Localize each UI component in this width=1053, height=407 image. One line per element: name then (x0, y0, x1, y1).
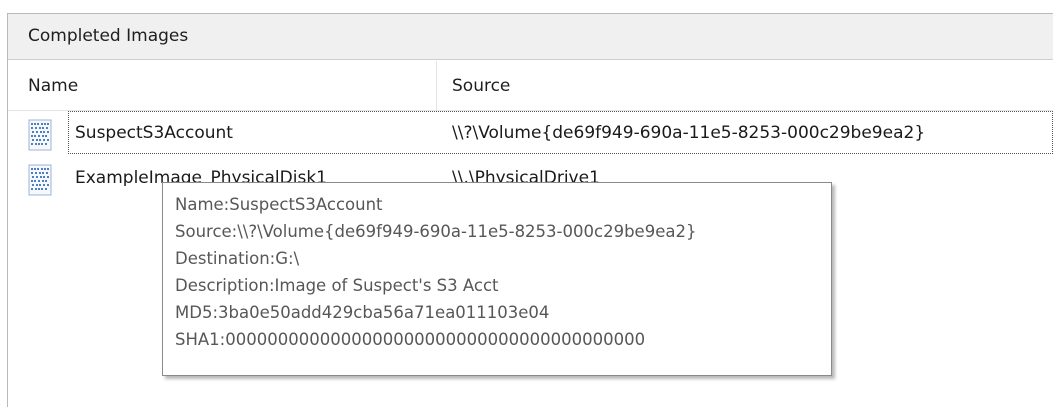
column-header-row: Name Source (8, 61, 1053, 111)
column-divider[interactable] (436, 61, 437, 110)
row-name: SuspectS3Account (75, 123, 233, 143)
panel-header: Completed Images (8, 14, 1053, 60)
tooltip-source: Source:\\?\Volume{de69f949-690a-11e5-825… (175, 222, 697, 241)
column-header-name[interactable]: Name (28, 75, 78, 97)
image-details-tooltip: Name:SuspectS3Account Source:\\?\Volume{… (162, 182, 832, 376)
tooltip-name: Name:SuspectS3Account (175, 195, 383, 214)
disk-image-icon (28, 119, 52, 151)
tooltip-md5: MD5:3ba0e50add429cba56a71ea011103e04 (175, 303, 550, 322)
tooltip-destination: Destination:G:\ (175, 249, 300, 268)
tooltip-description: Description:Image of Suspect's S3 Acct (175, 276, 499, 295)
row-source: \\?\Volume{de69f949-690a-11e5-8253-000c2… (452, 123, 926, 143)
disk-image-icon (28, 164, 52, 196)
column-header-source[interactable]: Source (452, 75, 510, 97)
panel-title: Completed Images (28, 26, 189, 46)
table-row[interactable]: SuspectS3Account \\?\Volume{de69f949-690… (8, 111, 1053, 155)
tooltip-sha1: SHA1:00000000000000000000000000000000000… (175, 330, 646, 349)
